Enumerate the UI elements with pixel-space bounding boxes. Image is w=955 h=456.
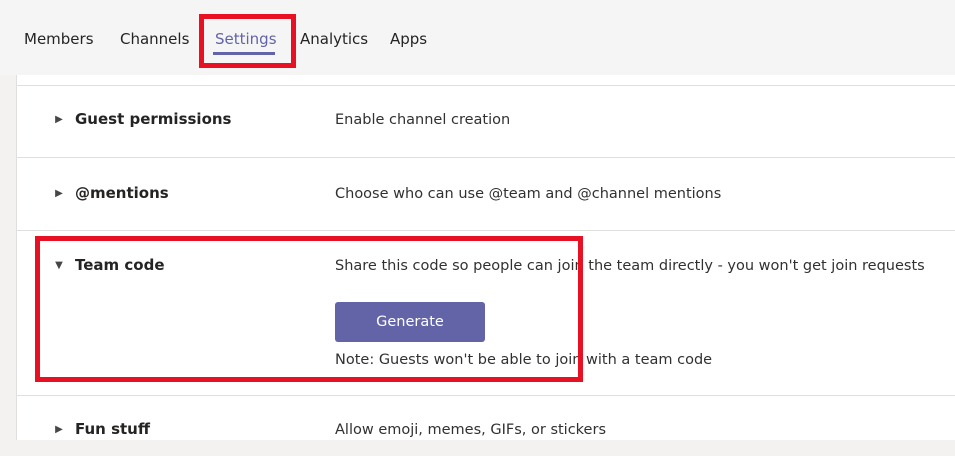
- team-code-note: Note: Guests won't be able to join with …: [335, 352, 713, 368]
- setting-title: @mentions: [75, 184, 169, 202]
- tab-channels[interactable]: Channels: [120, 29, 189, 49]
- caret-right-icon[interactable]: ▶: [53, 114, 65, 125]
- setting-description: Share this code so people can join the t…: [335, 258, 925, 274]
- setting-row-fun-stuff[interactable]: ▶ Fun stuff Allow emoji, memes, GIFs, or…: [17, 396, 955, 456]
- active-tab-indicator: [213, 52, 275, 55]
- caret-down-icon[interactable]: ▼: [53, 260, 65, 271]
- generate-button[interactable]: Generate: [335, 302, 485, 342]
- settings-panel: ▶ Guest permissions Enable channel creat…: [16, 75, 955, 440]
- tab-apps[interactable]: Apps: [390, 29, 427, 49]
- tab-members[interactable]: Members: [24, 29, 94, 49]
- tab-analytics[interactable]: Analytics: [300, 29, 368, 49]
- caret-right-icon[interactable]: ▶: [53, 188, 65, 199]
- tab-bar: Members Channels Settings Analytics Apps: [0, 0, 955, 75]
- caret-right-icon[interactable]: ▶: [53, 424, 65, 435]
- setting-row-guest-permissions[interactable]: ▶ Guest permissions Enable channel creat…: [17, 85, 955, 158]
- setting-title: Fun stuff: [75, 420, 151, 438]
- setting-description: Allow emoji, memes, GIFs, or stickers: [335, 422, 606, 438]
- setting-description: Enable channel creation: [335, 112, 511, 128]
- setting-title: Team code: [75, 256, 165, 274]
- setting-row-team-code[interactable]: ▼ Team code Share this code so people ca…: [17, 231, 955, 396]
- setting-title: Guest permissions: [75, 110, 232, 128]
- setting-row-mentions[interactable]: ▶ @mentions Choose who can use @team and…: [17, 158, 955, 231]
- tab-settings[interactable]: Settings: [215, 29, 277, 49]
- setting-description: Choose who can use @team and @channel me…: [335, 186, 722, 202]
